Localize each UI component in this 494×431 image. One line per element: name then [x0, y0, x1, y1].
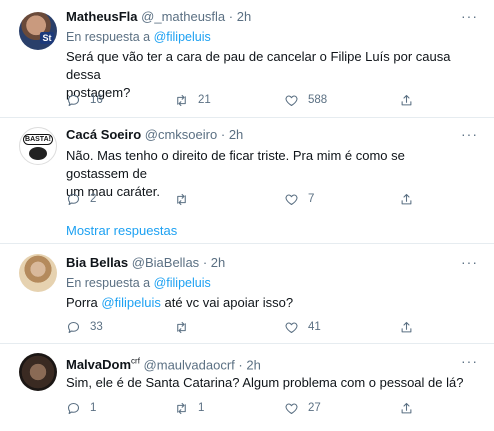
reply-icon: [67, 193, 80, 205]
display-name-sup: crf: [131, 357, 140, 366]
tweet-text-suffix: até vc vai apoiar isso?: [164, 295, 294, 310]
tweet-text: Porra @filipeluis até vc vai apoiar isso…: [66, 294, 466, 312]
like-count: 7: [308, 193, 315, 205]
handle[interactable]: @cmksoeiro: [145, 127, 217, 142]
share-button[interactable]: [399, 190, 414, 208]
meta-separator: ·: [238, 357, 243, 373]
reply-context: En respuesta a @filipeluis: [66, 275, 211, 291]
tweet-actions: 16 21 588: [66, 91, 426, 109]
more-icon[interactable]: ···: [461, 254, 478, 270]
like-button[interactable]: 7: [284, 190, 314, 208]
timestamp[interactable]: 2h: [246, 357, 260, 372]
handle[interactable]: @_matheusfla: [141, 9, 225, 24]
more-icon[interactable]: ···: [461, 8, 478, 24]
tweet-text: Sim, ele é de Santa Catarina? Algum prob…: [66, 374, 466, 392]
like-button[interactable]: 27: [284, 399, 321, 417]
reply-button[interactable]: 2: [66, 190, 96, 208]
display-name[interactable]: MatheusFla: [66, 9, 138, 24]
retweet-icon: [177, 94, 186, 106]
timestamp[interactable]: 2h: [229, 127, 243, 142]
share-icon: [401, 193, 412, 204]
share-icon: [401, 402, 412, 413]
avatar-badge: St: [40, 32, 54, 44]
like-count: 41: [308, 321, 321, 333]
reply-button[interactable]: 16: [66, 91, 103, 109]
meta-separator: ·: [202, 255, 208, 270]
show-replies-link[interactable]: Mostrar respuestas: [66, 223, 177, 238]
tweet-header: Cacá Soeiro @cmksoeiro · 2h: [66, 127, 243, 143]
share-button[interactable]: [399, 91, 414, 109]
share-button[interactable]: [399, 399, 414, 417]
display-name[interactable]: Cacá Soeiro: [66, 127, 141, 142]
reply-icon: [67, 321, 80, 333]
tweet-mention-link[interactable]: @filipeluis: [101, 295, 160, 310]
reply-prefix: En respuesta a: [66, 30, 151, 44]
more-icon[interactable]: ···: [461, 126, 478, 142]
tweet-header: Bia Bellas @BiaBellas · 2h: [66, 255, 225, 271]
avatar[interactable]: [19, 254, 57, 292]
tweet-text-line: Sim, ele é de Santa Catarina? Algum prob…: [66, 375, 464, 390]
retweet-icon: [177, 193, 186, 205]
reply-count: 16: [90, 94, 103, 106]
avatar[interactable]: [19, 353, 57, 391]
retweet-icon: [177, 321, 186, 333]
retweet-button[interactable]: 1: [174, 399, 204, 417]
tweet-actions: 33 41: [66, 318, 426, 336]
reply-count: 2: [90, 193, 97, 205]
tweet-text-prefix: Porra: [66, 295, 98, 310]
timestamp[interactable]: 2h: [211, 255, 225, 270]
reply-mention-link[interactable]: @filipeluis: [154, 276, 211, 290]
share-icon: [401, 321, 412, 332]
display-name[interactable]: Bia Bellas: [66, 255, 128, 270]
avatar[interactable]: St: [19, 12, 57, 50]
tweet-text-line: Será que vão ter a cara de pau de cancel…: [66, 49, 451, 82]
reply-count: 1: [90, 402, 97, 414]
retweet-button[interactable]: [174, 318, 198, 336]
retweet-count: 1: [198, 402, 205, 414]
share-button[interactable]: [399, 318, 414, 336]
retweet-button[interactable]: 21: [174, 91, 211, 109]
retweet-button[interactable]: [174, 190, 198, 208]
meta-separator: ·: [228, 9, 234, 24]
reply-context: En respuesta a @filipeluis: [66, 29, 211, 45]
meta-separator: ·: [220, 127, 226, 142]
like-button[interactable]: 588: [284, 91, 327, 109]
retweet-count: 21: [198, 94, 211, 106]
reply-prefix: En respuesta a: [66, 276, 151, 290]
reply-icon: [67, 402, 80, 414]
tweet-1[interactable]: St MatheusFla @_matheusfla · 2h ··· En r…: [0, 0, 494, 117]
reply-button[interactable]: 1: [66, 399, 96, 417]
tweet-actions: 1 1 27: [66, 399, 426, 417]
reply-count: 33: [90, 321, 103, 333]
reply-icon: [67, 94, 80, 106]
tweet-header: MatheusFla @_matheusfla · 2h: [66, 9, 251, 25]
avatar[interactable]: BASTA!: [19, 127, 57, 165]
like-icon: [285, 402, 298, 414]
like-count: 27: [308, 402, 321, 414]
like-count: 588: [308, 94, 328, 106]
like-icon: [285, 94, 298, 106]
like-button[interactable]: 41: [284, 318, 321, 336]
share-icon: [401, 94, 412, 105]
like-icon: [285, 193, 298, 205]
more-icon[interactable]: ···: [461, 353, 478, 369]
avatar-text: BASTA!: [23, 134, 53, 145]
avatar-graphic: [29, 147, 47, 160]
reply-mention-link[interactable]: @filipeluis: [154, 30, 211, 44]
handle[interactable]: @BiaBellas: [132, 255, 199, 270]
tweet-actions: 2 7: [66, 190, 426, 208]
tweet-2[interactable]: BASTA! Cacá Soeiro @cmksoeiro · 2h ··· N…: [0, 118, 494, 243]
tweet-4[interactable]: MalvaDomcrf @maulvadaocrf · 2h ··· Sim, …: [0, 344, 494, 431]
like-icon: [285, 321, 298, 333]
reply-button[interactable]: 33: [66, 318, 103, 336]
display-name-text: MalvaDom: [66, 357, 132, 373]
handle[interactable]: @maulvadaocrf: [144, 357, 235, 372]
retweet-icon: [177, 402, 186, 414]
timestamp[interactable]: 2h: [237, 9, 251, 24]
display-name[interactable]: MalvaDomcrf: [66, 357, 140, 372]
tweet-header: MalvaDomcrf @maulvadaocrf · 2h: [66, 354, 261, 373]
tweet-3[interactable]: Bia Bellas @BiaBellas · 2h ··· En respue…: [0, 244, 494, 343]
tweet-text-line: Não. Mas tenho o direito de ficar triste…: [66, 148, 405, 181]
